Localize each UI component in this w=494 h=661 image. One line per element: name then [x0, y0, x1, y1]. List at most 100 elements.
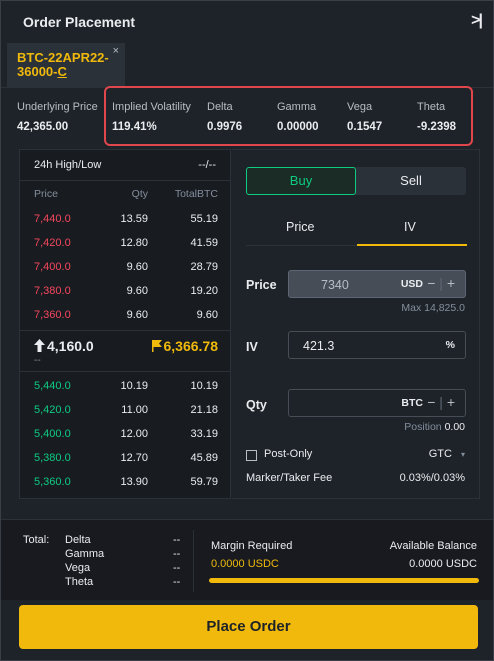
summary-greek-value: -- — [173, 576, 181, 588]
chevron-down-icon: ▾ — [460, 450, 465, 459]
symbol-name: BTC-22APR22-36000-C — [17, 51, 113, 79]
stat-label: Underlying Price — [17, 101, 98, 113]
price-input-value: 7340 — [321, 278, 349, 292]
time-in-force-value: GTC — [428, 448, 452, 460]
panel-title: Order Placement — [23, 14, 136, 30]
qty-input[interactable]: BTC − | + — [288, 389, 466, 417]
collapse-panel-icon[interactable]: >| — [471, 12, 483, 30]
column-price: Price — [34, 188, 58, 200]
available-balance-label: Available Balance — [389, 540, 477, 552]
ask-total: 9.60 — [196, 309, 218, 321]
plus-icon[interactable]: + — [447, 394, 455, 410]
ask-row[interactable]: 7,420.0 12.80 41.59 — [20, 233, 230, 255]
iv-input[interactable]: 421.3 % — [288, 331, 466, 359]
last-price-row: 4,160.0 -- 6,366.78 — [20, 330, 230, 372]
plus-icon[interactable]: + — [447, 275, 455, 291]
buy-button[interactable]: Buy — [246, 167, 356, 195]
bid-row[interactable]: 5,420.0 11.00 21.18 — [20, 400, 230, 422]
iv-label: IV — [246, 340, 258, 354]
place-order-button[interactable]: Place Order — [19, 605, 478, 649]
margin-progress-bar — [209, 578, 479, 583]
last-price-value: 4,160.0 — [47, 338, 94, 354]
bid-row[interactable]: 5,400.0 12.00 33.19 — [20, 424, 230, 446]
tab-price[interactable]: Price — [286, 220, 314, 234]
position-value: 0.00 — [444, 421, 465, 433]
price-stepper[interactable]: − | + — [427, 275, 455, 291]
active-tab-indicator — [357, 244, 467, 246]
ask-total: 19.20 — [190, 285, 218, 297]
summary-greek-label: Gamma — [65, 548, 105, 560]
iv-unit: % — [445, 339, 455, 351]
ask-row[interactable]: 7,400.0 9.60 28.79 — [20, 257, 230, 279]
qty-stepper[interactable]: − | + — [427, 394, 455, 410]
bid-total: 45.89 — [190, 452, 218, 464]
minus-icon[interactable]: − — [427, 394, 435, 410]
bid-total: 59.79 — [190, 476, 218, 488]
bid-row[interactable]: 5,380.0 12.70 45.89 — [20, 448, 230, 470]
price-label: Price — [246, 278, 277, 292]
ask-row[interactable]: 7,380.0 9.60 19.20 — [20, 281, 230, 303]
symbol-tab[interactable]: BTC-22APR22-36000-C × — [7, 43, 125, 87]
fee-value: 0.03%/0.03% — [399, 472, 465, 484]
price-input[interactable]: 7340 USD − | + — [288, 270, 466, 298]
ask-price: 7,400.0 — [34, 261, 71, 273]
symbol-option-type: C — [57, 64, 67, 79]
symbol-tab-bar: BTC-22APR22-36000-C × — [1, 43, 493, 88]
mark-price-value: 6,366.78 — [163, 338, 219, 354]
order-form: Buy Sell Price IV Price 7340 USD − | + M… — [232, 149, 480, 499]
summary-greek-value: -- — [173, 534, 181, 546]
ask-qty: 9.60 — [126, 309, 148, 321]
available-balance-value: 0.0000 USDC — [409, 558, 477, 570]
summary-divider — [193, 530, 194, 592]
bid-row[interactable]: 5,360.0 13.90 59.79 — [20, 472, 230, 494]
summary-greek-label: Vega — [65, 562, 91, 574]
panel-header: Order Placement >| — [1, 1, 493, 44]
ask-row[interactable]: 7,360.0 9.60 9.60 — [20, 305, 230, 327]
column-total: TotalBTC — [174, 188, 218, 200]
ask-price: 7,420.0 — [34, 237, 71, 249]
summary-greek-value: -- — [173, 548, 181, 560]
ask-price: 7,360.0 — [34, 309, 71, 321]
fee-label: Marker/Taker Fee — [246, 472, 333, 484]
column-qty: Qty — [131, 188, 148, 200]
close-tab-icon[interactable]: × — [113, 45, 119, 57]
iv-input-value: 421.3 — [303, 339, 335, 353]
bid-row[interactable]: 5,440.0 10.19 10.19 — [20, 376, 230, 398]
high-low-label: 24h High/Low — [34, 159, 102, 171]
side-toggle: Buy Sell — [246, 167, 466, 195]
last-price-sub: -- — [34, 355, 41, 366]
bid-price: 5,440.0 — [34, 380, 71, 392]
order-placement-panel: Order Placement >| BTC-22APR22-36000-C ×… — [0, 0, 494, 661]
total-label: Total: — [23, 534, 50, 546]
post-only-label: Post-Only — [264, 448, 313, 460]
bid-total: 33.19 — [190, 428, 218, 440]
qty-label: Qty — [246, 398, 267, 412]
ask-row[interactable]: 7,440.0 13.59 55.19 — [20, 209, 230, 231]
ask-total: 28.79 — [190, 261, 218, 273]
ask-price: 7,440.0 — [34, 213, 71, 225]
order-book: 24h High/Low --/-- Price Qty TotalBTC 7,… — [19, 149, 231, 499]
minus-icon[interactable]: − — [427, 275, 435, 291]
ask-qty: 9.60 — [126, 261, 148, 273]
ask-qty: 13.59 — [120, 213, 148, 225]
summary-greek-value: -- — [173, 562, 181, 574]
position-label: Position — [404, 421, 442, 433]
sell-button[interactable]: Sell — [356, 167, 466, 195]
high-low-value: --/-- — [198, 159, 216, 171]
max-hint: Max 14,825.0 — [401, 302, 465, 314]
tab-iv[interactable]: IV — [404, 220, 416, 234]
bid-qty: 12.00 — [120, 428, 148, 440]
post-only-checkbox[interactable] — [246, 450, 257, 461]
greeks-highlight-box — [104, 86, 473, 146]
summary-greek-label: Delta — [65, 534, 91, 546]
qty-unit: BTC — [401, 397, 423, 409]
stat-value: 42,365.00 — [17, 121, 69, 133]
margin-required-value: 0.0000 USDC — [211, 558, 279, 570]
bid-price: 5,360.0 — [34, 476, 71, 488]
ask-qty: 9.60 — [126, 285, 148, 297]
ask-price: 7,380.0 — [34, 285, 71, 297]
order-summary: Total: Delta -- Gamma -- Vega -- Theta -… — [1, 519, 493, 600]
summary-greek-label: Theta — [65, 576, 94, 588]
time-in-force-select[interactable]: GTC ▾ — [429, 448, 465, 460]
order-book-header: 24h High/Low --/-- — [20, 150, 230, 181]
